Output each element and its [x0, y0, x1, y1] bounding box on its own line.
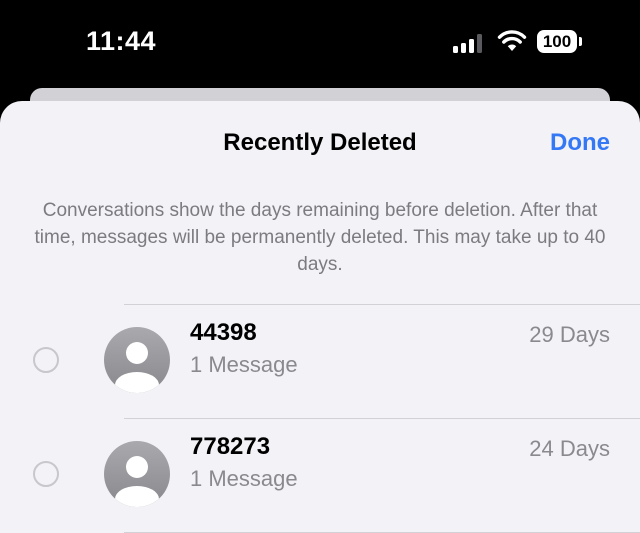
- battery-tip: [579, 37, 582, 46]
- done-button[interactable]: Done: [550, 129, 610, 157]
- deletion-info-text: Conversations show the days remaining be…: [34, 200, 606, 275]
- contact-name: 44398: [190, 319, 257, 346]
- signal-bar: [469, 39, 474, 53]
- contact-name: 778273: [190, 433, 271, 460]
- conversation-row[interactable]: 44398 1 Message 29 Days: [0, 305, 640, 418]
- wifi-icon: [497, 29, 527, 53]
- message-count: 1 Message: [190, 466, 298, 491]
- select-circle-icon[interactable]: [33, 347, 59, 373]
- message-count: 1 Message: [190, 352, 298, 377]
- person-avatar-icon: [104, 441, 170, 507]
- signal-bar: [477, 34, 482, 53]
- person-avatar-icon: [104, 327, 170, 393]
- days-remaining: 24 Days: [529, 436, 610, 461]
- battery-icon: 100: [537, 30, 583, 54]
- conversation-row[interactable]: 778273 1 Message 24 Days: [0, 419, 640, 532]
- status-time: 11:44: [86, 26, 157, 56]
- status-bar: 11:44 100: [0, 0, 640, 88]
- signal-bar: [461, 43, 466, 53]
- cellular-signal-icon: [453, 33, 487, 53]
- days-remaining: 29 Days: [529, 322, 610, 347]
- signal-bar: [453, 46, 458, 53]
- battery-level: 100: [542, 32, 572, 51]
- recently-deleted-sheet: Recently Deleted Done Conversations show…: [0, 101, 640, 533]
- sheet-title: Recently Deleted: [223, 129, 417, 156]
- select-circle-icon[interactable]: [33, 461, 59, 487]
